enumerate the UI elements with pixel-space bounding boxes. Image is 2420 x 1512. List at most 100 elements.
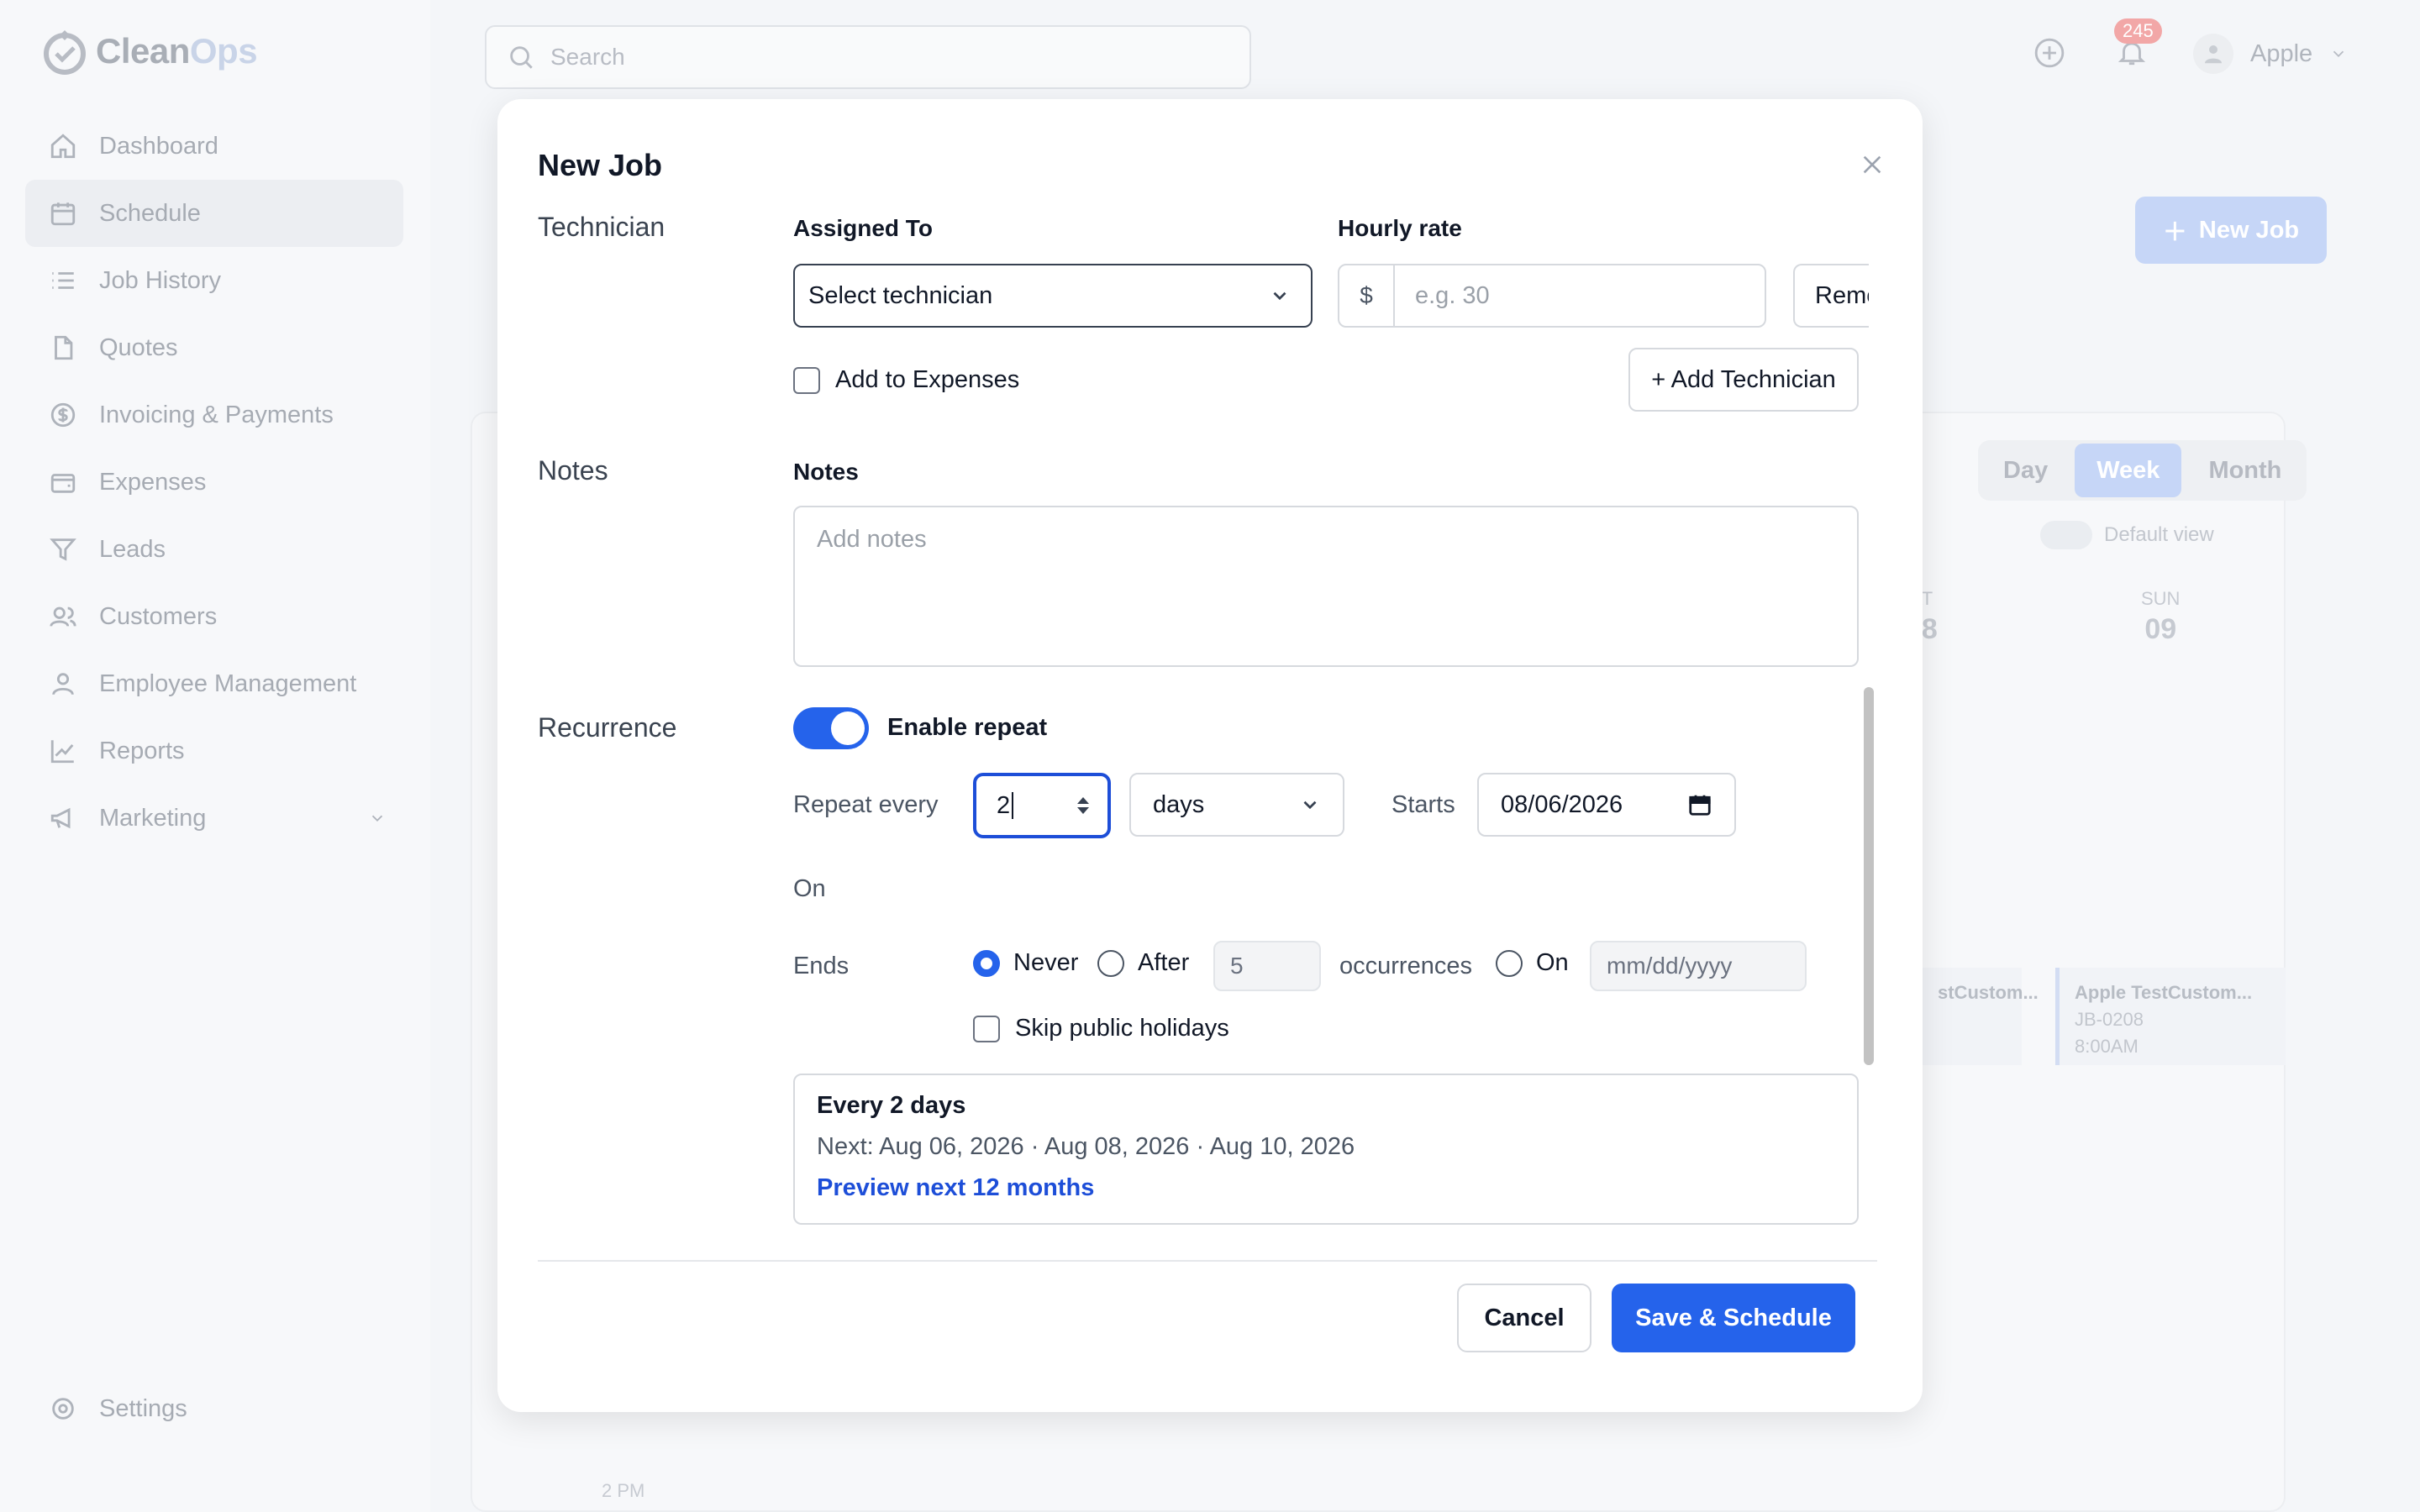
ends-never-option[interactable]: Never bbox=[973, 949, 1078, 977]
sidebar-item-reports[interactable]: Reports bbox=[25, 717, 403, 785]
text-caret bbox=[1012, 792, 1014, 819]
gear-icon bbox=[52, 1398, 74, 1420]
skip-holidays-row[interactable]: Skip public holidays bbox=[973, 1015, 1229, 1042]
sidebar-item-customers[interactable]: Customers bbox=[25, 583, 403, 650]
cancel-button[interactable]: Cancel bbox=[1457, 1284, 1591, 1352]
tab-week[interactable]: Week bbox=[2075, 444, 2182, 497]
job-card[interactable]: Apple TestCustom... JB-0208 8:00AM bbox=[2055, 968, 2286, 1065]
megaphone-icon bbox=[50, 807, 71, 829]
section-label-recurrence: Recurrence bbox=[538, 712, 677, 743]
avatar bbox=[2193, 34, 2233, 74]
chart-icon bbox=[50, 740, 74, 764]
enable-repeat-label: Enable repeat bbox=[887, 714, 1048, 741]
user-avatar-icon bbox=[2205, 45, 2222, 64]
ends-on-radio[interactable] bbox=[1496, 949, 1523, 977]
ends-never-label: Never bbox=[1013, 949, 1079, 976]
save-schedule-button[interactable]: Save & Schedule bbox=[1612, 1284, 1855, 1352]
sidebar-item-expenses[interactable]: Expenses bbox=[25, 449, 403, 516]
tab-day[interactable]: Day bbox=[1981, 444, 2070, 497]
section-label-technician: Technician bbox=[538, 212, 666, 242]
new-job-modal: New Job Technician Assigned To Hourly ra… bbox=[497, 99, 1923, 1412]
list-icon bbox=[52, 272, 74, 289]
sidebar-item-dashboard[interactable]: Dashboard bbox=[25, 113, 403, 180]
job-card-id: JB-0208 bbox=[2075, 1009, 2144, 1030]
hourly-rate-input[interactable]: e.g. 30 bbox=[1395, 282, 1490, 310]
sidebar-item-label: Customers bbox=[99, 602, 218, 630]
job-card-time: 8:00AM bbox=[2075, 1036, 2139, 1057]
number-stepper[interactable] bbox=[1077, 797, 1089, 814]
notes-textarea[interactable]: Add notes bbox=[793, 506, 1859, 667]
user-menu[interactable]: Apple bbox=[2193, 34, 2348, 74]
occurrences-input[interactable]: 5 bbox=[1213, 941, 1321, 991]
technician-select[interactable]: Select technician bbox=[793, 264, 1313, 328]
day-header: SUN 09 bbox=[2141, 588, 2180, 646]
summary-next-dates: Next: Aug 06, 2026 · Aug 08, 2026 · Aug … bbox=[817, 1133, 1355, 1160]
repeat-every-value-wrap: 2 bbox=[997, 792, 1014, 820]
sidebar-item-quotes[interactable]: Quotes bbox=[25, 314, 403, 381]
sidebar-item-invoicing[interactable]: Invoicing & Payments bbox=[25, 381, 403, 449]
ends-after-radio[interactable] bbox=[1097, 949, 1124, 977]
start-date-input[interactable]: 08/06/2026 bbox=[1477, 773, 1736, 837]
hourly-rate-field[interactable]: $ e.g. 30 bbox=[1338, 264, 1766, 328]
job-card-title: stCustom... bbox=[1938, 982, 2039, 1003]
remove-technician-button[interactable]: Remove bbox=[1793, 264, 1869, 328]
sidebar-item-marketing[interactable]: Marketing bbox=[25, 785, 403, 852]
sidebar-item-leads[interactable]: Leads bbox=[25, 516, 403, 583]
chevron-down-icon bbox=[371, 815, 383, 822]
sidebar-item-label: Dashboard bbox=[99, 132, 218, 160]
logo-text: CleanOps bbox=[96, 31, 258, 71]
add-circle-icon[interactable] bbox=[2033, 37, 2065, 69]
job-card[interactable]: stCustom... bbox=[1923, 968, 2039, 1065]
users-icon bbox=[50, 606, 76, 627]
skip-holidays-checkbox[interactable] bbox=[973, 1015, 1000, 1042]
repeat-unit-value: days bbox=[1153, 790, 1205, 818]
add-to-expenses-checkbox[interactable] bbox=[793, 366, 820, 394]
repeat-every-input[interactable]: 2 bbox=[973, 773, 1111, 838]
wallet-icon bbox=[50, 474, 76, 493]
add-technician-button[interactable]: + Add Technician bbox=[1628, 348, 1859, 412]
scrollbar[interactable] bbox=[1864, 687, 1874, 1065]
on-label: On bbox=[793, 875, 826, 902]
ends-never-radio[interactable] bbox=[973, 949, 1000, 977]
enable-repeat-toggle[interactable] bbox=[793, 707, 869, 749]
add-to-expenses-row[interactable]: Add to Expenses bbox=[793, 366, 1019, 394]
sidebar-nav: Dashboard Schedule Job History Quotes In… bbox=[25, 113, 403, 852]
time-label: 2 PM bbox=[602, 1480, 645, 1501]
sidebar-item-label: Leads bbox=[99, 535, 166, 563]
document-icon bbox=[55, 335, 73, 360]
close-icon[interactable] bbox=[1859, 151, 1886, 178]
ends-on-option[interactable]: On bbox=[1496, 949, 1569, 977]
new-job-button[interactable]: ＋ New Job bbox=[2135, 197, 2327, 264]
end-date-input[interactable]: mm/dd/yyyy bbox=[1590, 941, 1807, 991]
sidebar-item-settings[interactable]: Settings bbox=[49, 1394, 187, 1423]
assigned-to-label: Assigned To bbox=[793, 215, 933, 241]
calendar-icon[interactable] bbox=[1687, 792, 1712, 817]
ends-on-label: On bbox=[1536, 949, 1569, 976]
footer-divider bbox=[538, 1260, 1877, 1262]
search-input[interactable]: Search bbox=[485, 25, 1251, 89]
sidebar: CleanOps Dashboard Schedule Job History … bbox=[0, 0, 430, 1512]
logo-icon bbox=[44, 30, 86, 75]
ends-after-option[interactable]: After bbox=[1097, 949, 1189, 977]
chevron-down-icon bbox=[1273, 291, 1286, 301]
notification-badge: 245 bbox=[2114, 18, 2162, 44]
preview-link[interactable]: Preview next 12 months bbox=[817, 1174, 1835, 1202]
tab-month[interactable]: Month bbox=[2186, 444, 2303, 497]
occurrences-label: occurrences bbox=[1339, 953, 1472, 979]
day-name: SUN bbox=[2141, 588, 2181, 609]
toggle-switch[interactable] bbox=[2040, 521, 2092, 549]
sidebar-item-job-history[interactable]: Job History bbox=[25, 247, 403, 314]
search-placeholder: Search bbox=[550, 44, 625, 70]
sidebar-item-label: Settings bbox=[99, 1394, 187, 1422]
default-view-toggle[interactable]: Default view bbox=[2040, 521, 2214, 549]
start-date-value: 08/06/2026 bbox=[1501, 790, 1623, 818]
sidebar-item-label: Expenses bbox=[99, 468, 207, 496]
sidebar-item-employee-management[interactable]: Employee Management bbox=[25, 650, 403, 717]
recurrence-summary: Every 2 days Next: Aug 06, 2026 · Aug 08… bbox=[793, 1074, 1859, 1225]
starts-label: Starts bbox=[1392, 791, 1455, 818]
sidebar-item-label: Job History bbox=[99, 266, 222, 294]
logo[interactable]: CleanOps bbox=[42, 25, 258, 77]
sidebar-item-schedule[interactable]: Schedule bbox=[25, 180, 403, 247]
repeat-unit-select[interactable]: days bbox=[1129, 773, 1344, 837]
skip-holidays-label: Skip public holidays bbox=[1015, 1015, 1229, 1042]
